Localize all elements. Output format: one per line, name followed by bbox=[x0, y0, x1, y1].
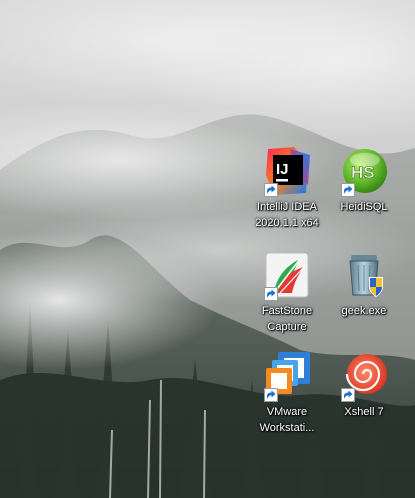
intellij-idea-icon: IJ bbox=[260, 145, 314, 199]
shortcut-arrow-icon bbox=[264, 287, 278, 301]
shortcut-arrow-icon bbox=[341, 388, 355, 402]
shortcut-arrow-icon bbox=[341, 183, 355, 197]
svg-text:IJ: IJ bbox=[276, 161, 289, 178]
desktop-icon-heidisql[interactable]: HS HeidiSQL bbox=[326, 145, 402, 215]
desktop-icon-label: Xshell 7 bbox=[344, 406, 384, 418]
desktop-icon-label: VMware Workstati... bbox=[259, 406, 315, 434]
desktop-icon-vmware-workstation[interactable]: VMware Workstati... bbox=[249, 350, 325, 436]
desktop-icon-xshell-7[interactable]: Xshell 7 bbox=[326, 350, 402, 420]
desktop-icon-faststone-capture[interactable]: FastStone Capture bbox=[249, 249, 325, 335]
desktop[interactable]: IJ IntelliJ IDEA 2020.1.1 x64 HS HeidiSQ… bbox=[0, 0, 415, 498]
desktop-icon-geek-exe[interactable]: geek.exe bbox=[326, 249, 402, 319]
xshell-icon bbox=[337, 350, 391, 404]
shortcut-arrow-icon bbox=[264, 183, 278, 197]
shortcut-arrow-icon bbox=[264, 388, 278, 402]
desktop-icon-label: IntelliJ IDEA 2020.1.1 x64 bbox=[255, 201, 319, 229]
geek-uninstaller-icon bbox=[337, 249, 391, 303]
desktop-icon-label: FastStone Capture bbox=[261, 305, 313, 333]
vmware-workstation-icon bbox=[260, 350, 314, 404]
desktop-icon-intellij-idea[interactable]: IJ IntelliJ IDEA 2020.1.1 x64 bbox=[249, 145, 325, 231]
svg-text:HS: HS bbox=[351, 163, 375, 182]
faststone-capture-icon bbox=[260, 249, 314, 303]
heidisql-icon: HS bbox=[337, 145, 391, 199]
desktop-icon-label: HeidiSQL bbox=[340, 201, 388, 213]
desktop-icon-label: geek.exe bbox=[341, 305, 387, 317]
